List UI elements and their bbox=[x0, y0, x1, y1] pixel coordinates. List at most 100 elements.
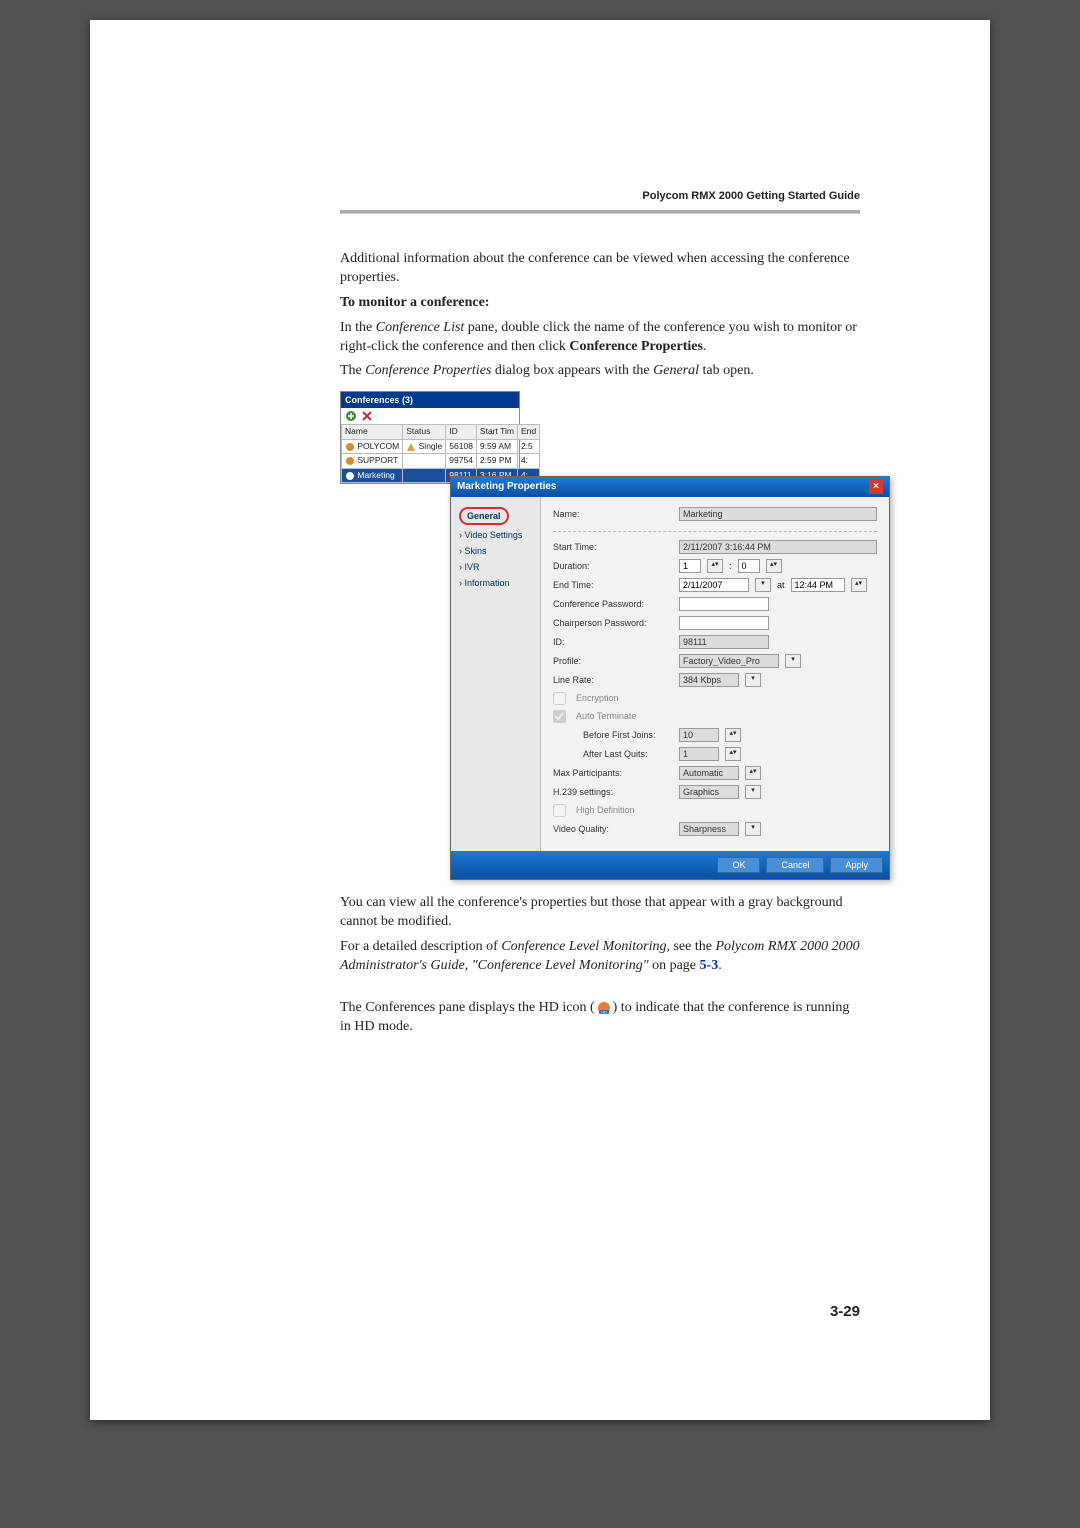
label-after-last: After Last Quits: bbox=[583, 748, 673, 760]
spinner-icon[interactable]: ▴▾ bbox=[766, 559, 782, 573]
subheading-monitor: To monitor a conference: bbox=[340, 294, 860, 313]
close-icon[interactable]: × bbox=[869, 480, 883, 494]
label-duration: Duration: bbox=[553, 560, 673, 572]
conferences-pane: Conferences (3) Name Status ID Start Tim bbox=[340, 391, 520, 484]
duration-colon: : bbox=[729, 560, 732, 572]
label-end-time: End Time: bbox=[553, 579, 673, 591]
warning-icon bbox=[406, 442, 416, 452]
cell-name: POLYCOM bbox=[357, 441, 399, 451]
col-id[interactable]: ID bbox=[446, 425, 477, 439]
cell-id: 56108 bbox=[446, 439, 477, 453]
spinner-icon[interactable]: ▴▾ bbox=[707, 559, 723, 573]
label-auto-terminate: Auto Terminate bbox=[576, 710, 636, 722]
nav-item-ivr[interactable]: › IVR bbox=[455, 559, 536, 575]
nav-item-general[interactable]: General bbox=[455, 505, 536, 527]
after-last-field bbox=[679, 747, 719, 761]
text-frag: on page bbox=[649, 958, 700, 973]
label-h239: H.239 settings: bbox=[553, 786, 673, 798]
delete-icon[interactable] bbox=[361, 410, 373, 422]
conference-icon bbox=[345, 442, 355, 452]
cell-start: 2:59 PM bbox=[476, 454, 517, 468]
cell-start: 9:59 AM bbox=[476, 439, 517, 453]
nav-label: IVR bbox=[465, 562, 480, 572]
label-conf-password: Conference Password: bbox=[553, 598, 673, 610]
properties-dialog: Marketing Properties × General › Video S… bbox=[450, 476, 890, 880]
label-profile: Profile: bbox=[553, 655, 673, 667]
conference-icon bbox=[345, 456, 355, 466]
dialog-form: Name: Start Time: Duration: ▴▾ : bbox=[541, 497, 889, 851]
nav-label: General bbox=[459, 507, 509, 525]
dialog-body: General › Video Settings › Skins › IVR ›… bbox=[451, 497, 889, 851]
cancel-button[interactable]: Cancel bbox=[766, 857, 824, 873]
text-props-dialog: Conference Properties bbox=[365, 363, 491, 378]
cell-id: 99754 bbox=[446, 454, 477, 468]
text-frag: dialog box appears with the bbox=[491, 363, 653, 378]
id-field bbox=[679, 635, 769, 649]
col-status[interactable]: Status bbox=[403, 425, 446, 439]
cell-name: Marketing bbox=[357, 470, 394, 480]
spinner-icon: ▴▾ bbox=[725, 747, 741, 761]
page-number: 3-29 bbox=[830, 1303, 860, 1320]
auto-terminate-checkbox bbox=[553, 710, 566, 723]
nav-item-info[interactable]: › Information bbox=[455, 575, 536, 591]
ok-button[interactable]: OK bbox=[717, 857, 760, 873]
nav-label: Skins bbox=[465, 546, 487, 556]
label-high-definition: High Definition bbox=[576, 804, 635, 816]
cell-status: Single bbox=[419, 441, 443, 451]
label-max-participants: Max Participants: bbox=[553, 767, 673, 779]
table-row[interactable]: POLYCOM Single 56108 9:59 AM 2:5 bbox=[342, 439, 540, 453]
conferences-pane-title: Conferences (3) bbox=[341, 392, 519, 408]
dialog-titlebar: Marketing Properties × bbox=[451, 477, 889, 497]
name-field bbox=[679, 507, 877, 521]
label-start-time: Start Time: bbox=[553, 541, 673, 553]
duration-hours-field[interactable] bbox=[679, 559, 701, 573]
nav-label: Information bbox=[465, 578, 510, 588]
add-icon[interactable] bbox=[345, 410, 357, 422]
nav-item-skins[interactable]: › Skins bbox=[455, 543, 536, 559]
dialog-title-text: Marketing Properties bbox=[457, 480, 556, 494]
header-rule bbox=[340, 210, 860, 214]
nav-item-video[interactable]: › Video Settings bbox=[455, 527, 536, 543]
label-before-first: Before First Joins: bbox=[583, 729, 673, 741]
text-conf-level-monitoring: Conference Level Monitoring, bbox=[501, 939, 670, 954]
spinner-icon: ▴▾ bbox=[745, 766, 761, 780]
paragraph-dialog-note: The Conference Properties dialog box app… bbox=[340, 362, 860, 381]
end-date-field[interactable] bbox=[679, 578, 749, 592]
duration-minutes-field[interactable] bbox=[738, 559, 760, 573]
h239-select bbox=[679, 785, 739, 799]
dropdown-icon: ▾ bbox=[785, 654, 801, 668]
text-frag: tab open. bbox=[699, 363, 754, 378]
header-guide-title: Polycom RMX 2000 Getting Started Guide bbox=[642, 190, 860, 202]
paragraph-instructions: In the Conference List pane, double clic… bbox=[340, 319, 860, 357]
paragraph-hd-icon: The Conferences pane displays the HD ico… bbox=[340, 999, 860, 1037]
text-frag: . bbox=[703, 339, 707, 354]
screenshot-conference-properties: Conferences (3) Name Status ID Start Tim bbox=[340, 391, 860, 880]
dropdown-icon: ▾ bbox=[745, 822, 761, 836]
label-name: Name: bbox=[553, 508, 673, 520]
conference-password-field[interactable] bbox=[679, 597, 769, 611]
cell-status bbox=[403, 454, 446, 468]
spinner-icon[interactable]: ▴▾ bbox=[851, 578, 867, 592]
paragraph-see-also: For a detailed description of Conference… bbox=[340, 938, 860, 976]
paragraph-intro: Additional information about the confere… bbox=[340, 250, 860, 288]
text-frag: see the bbox=[670, 939, 715, 954]
label-encryption: Encryption bbox=[576, 692, 619, 704]
table-row[interactable]: SUPPORT 99754 2:59 PM 4: bbox=[342, 454, 540, 468]
col-end[interactable]: End bbox=[517, 425, 539, 439]
nav-label: Video Settings bbox=[465, 530, 523, 540]
col-name[interactable]: Name bbox=[342, 425, 403, 439]
chairperson-password-field[interactable] bbox=[679, 616, 769, 630]
page-reference-link[interactable]: 5-3 bbox=[700, 958, 719, 973]
end-time-field[interactable] bbox=[791, 578, 845, 592]
apply-button[interactable]: Apply bbox=[830, 857, 883, 873]
label-chair-password: Chairperson Password: bbox=[553, 617, 673, 629]
text-conf-list: Conference List bbox=[376, 320, 465, 335]
col-start[interactable]: Start Tim bbox=[476, 425, 517, 439]
dropdown-icon[interactable]: ▾ bbox=[755, 578, 771, 592]
dropdown-icon: ▾ bbox=[745, 673, 761, 687]
text-frag: The bbox=[340, 363, 365, 378]
text-conf-props: Conference Properties bbox=[569, 339, 703, 354]
high-definition-checkbox bbox=[553, 804, 566, 817]
label-line-rate: Line Rate: bbox=[553, 674, 673, 686]
conference-icon bbox=[345, 471, 355, 481]
